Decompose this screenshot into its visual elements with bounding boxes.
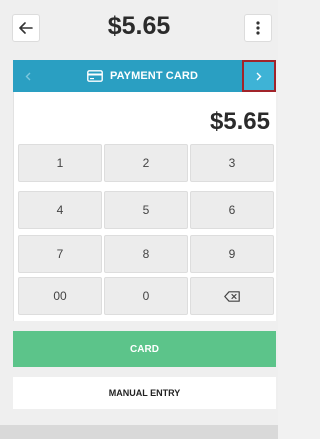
payment-screen: $5.65 PAYMENT CARD $5.65 1 2 3 4 5 6 7 8…: [0, 0, 278, 439]
arrow-left-icon: [19, 22, 33, 34]
keypad-panel: $5.65 1 2 3 4 5 6 7 8 9 00 0: [13, 92, 276, 321]
top-header: $5.65: [0, 0, 278, 56]
more-options-button[interactable]: [244, 14, 272, 42]
chevron-right-icon: [256, 72, 262, 80]
card-button[interactable]: CARD: [13, 331, 276, 367]
chevron-left-icon: [25, 72, 31, 80]
amount-display: $5.65: [209, 108, 270, 135]
key-00[interactable]: 00: [18, 277, 102, 315]
payment-method-bar: PAYMENT CARD: [13, 60, 276, 92]
backspace-icon: [224, 290, 240, 302]
key-4[interactable]: 4: [18, 191, 102, 229]
key-2[interactable]: 2: [104, 144, 188, 182]
key-3[interactable]: 3: [190, 144, 274, 182]
credit-card-icon: [87, 70, 103, 82]
back-button[interactable]: [12, 14, 40, 42]
key-5[interactable]: 5: [104, 191, 188, 229]
prev-method-button[interactable]: [13, 60, 43, 92]
key-1[interactable]: 1: [18, 144, 102, 182]
key-0[interactable]: 0: [104, 277, 188, 315]
vertical-dots-icon: [256, 21, 260, 35]
key-6[interactable]: 6: [190, 191, 274, 229]
payment-method-label: PAYMENT CARD: [110, 70, 198, 82]
key-8[interactable]: 8: [104, 235, 188, 273]
manual-entry-button[interactable]: MANUAL ENTRY: [13, 377, 276, 409]
payment-method-title: PAYMENT CARD: [43, 60, 242, 92]
next-method-button[interactable]: [242, 60, 276, 92]
key-7[interactable]: 7: [18, 235, 102, 273]
bottom-strip: [0, 425, 278, 439]
header-amount: $5.65: [107, 12, 171, 40]
key-9[interactable]: 9: [190, 235, 274, 273]
backspace-key[interactable]: [190, 277, 274, 315]
